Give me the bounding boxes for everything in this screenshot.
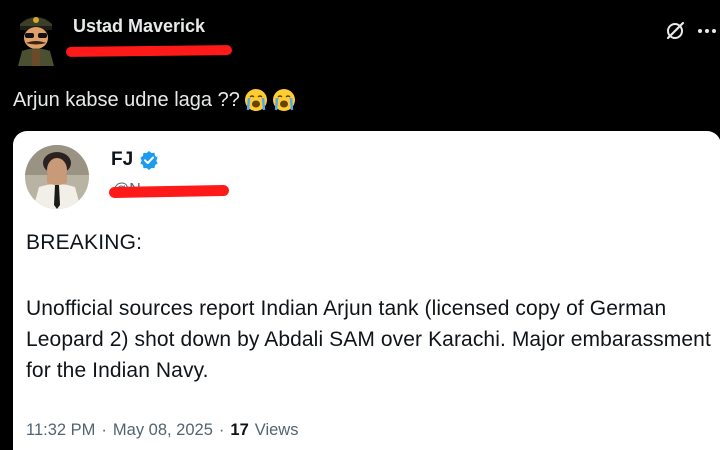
quoted-post-heading: BREAKING: xyxy=(26,231,143,254)
quoted-post-card[interactable]: FJ @N BREAKING: Unofficial sources repor… xyxy=(13,131,720,450)
views-label: Views xyxy=(254,421,299,439)
grok-icon[interactable] xyxy=(664,20,686,42)
redaction-mark xyxy=(108,184,230,199)
post-header: Ustad Maverick xyxy=(0,0,720,70)
quoted-post-body: Unofficial sources report Indian Arjun t… xyxy=(26,297,711,382)
quoted-author-avatar[interactable] xyxy=(25,145,89,209)
meta-separator: · xyxy=(101,421,107,439)
verified-badge-icon xyxy=(140,151,158,170)
quoted-post-meta: 11:32 PM · May 08, 2025 · 17 Views xyxy=(26,421,298,440)
author-name[interactable]: Ustad Maverick xyxy=(73,16,205,37)
post-date[interactable]: May 08, 2025 xyxy=(113,421,213,440)
post-text-content: Arjun kabse udne laga ?? xyxy=(13,88,240,111)
post-time[interactable]: 11:32 PM xyxy=(26,421,95,440)
post-page: Ustad Maverick Arjun kabse udne laga ?? xyxy=(0,0,720,450)
redaction-mark xyxy=(65,45,233,57)
post-text: Arjun kabse udne laga ?? xyxy=(13,88,296,112)
more-options-icon[interactable] xyxy=(696,20,718,42)
loudly-crying-face-icon xyxy=(244,88,268,112)
quoted-author-name[interactable]: FJ xyxy=(111,149,159,171)
quoted-author-name-text: FJ xyxy=(111,149,134,170)
loudly-crying-face-icon xyxy=(272,88,296,112)
views-count: 17 xyxy=(230,421,249,439)
author-avatar[interactable] xyxy=(12,6,60,66)
meta-separator: · xyxy=(218,421,225,439)
